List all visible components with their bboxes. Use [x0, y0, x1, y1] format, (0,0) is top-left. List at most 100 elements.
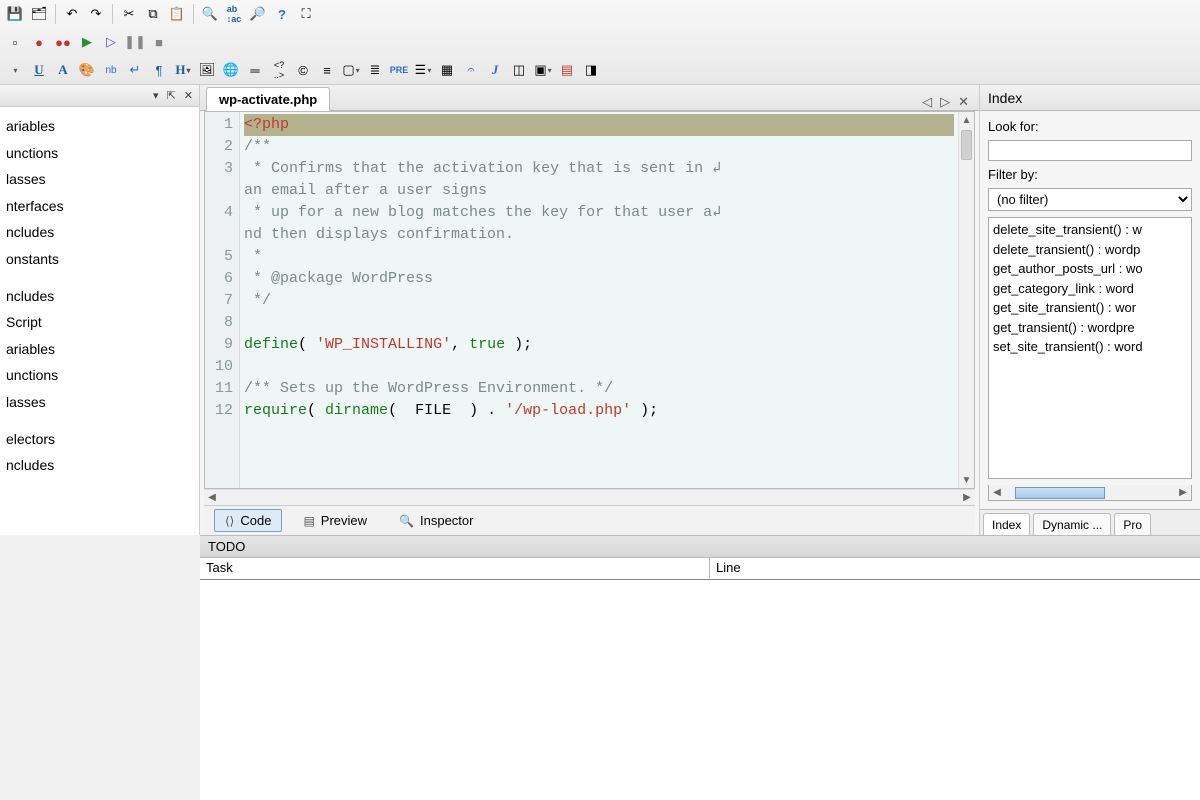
- validate-icon[interactable]: ▤: [556, 59, 578, 81]
- code-line[interactable]: /** Sets up the WordPress Environment. *…: [244, 378, 954, 400]
- underline-icon[interactable]: U: [28, 59, 50, 81]
- function-list-item[interactable]: delete_site_transient() : w: [991, 220, 1189, 240]
- code-line[interactable]: [244, 312, 954, 334]
- save-icon[interactable]: 💾: [4, 3, 26, 25]
- code-line[interactable]: */: [244, 290, 954, 312]
- undo-icon[interactable]: ↶: [61, 3, 83, 25]
- heading-icon[interactable]: H: [172, 59, 194, 81]
- link-icon[interactable]: 🌐: [220, 59, 242, 81]
- toggle-icon[interactable]: ▫: [4, 31, 26, 53]
- tree-item[interactable]: ncludes: [4, 452, 191, 479]
- function-list-item[interactable]: delete_transient() : wordp: [991, 240, 1189, 260]
- code-line[interactable]: an email after a user signs: [244, 180, 954, 202]
- table-icon[interactable]: ▦: [436, 59, 458, 81]
- replace-icon[interactable]: ab↕ac: [223, 3, 245, 25]
- align-icon[interactable]: ≡: [316, 59, 338, 81]
- code-line[interactable]: <?php: [244, 114, 954, 136]
- scroll-thumb[interactable]: [1015, 487, 1105, 499]
- view-tab-preview[interactable]: ▤ Preview: [292, 509, 378, 532]
- code-line[interactable]: /**: [244, 136, 954, 158]
- tree-item[interactable]: ncludes: [4, 283, 191, 310]
- frame-icon[interactable]: ◫: [508, 59, 530, 81]
- tree-item[interactable]: lasses: [4, 166, 191, 193]
- scroll-right-icon[interactable]: ▶: [1175, 487, 1191, 498]
- todo-col-line[interactable]: Line: [710, 558, 1200, 579]
- div-icon[interactable]: ▢: [340, 59, 362, 81]
- hscroll-track[interactable]: [220, 492, 959, 504]
- editor-tab[interactable]: wp-activate.php: [206, 87, 330, 111]
- function-list[interactable]: delete_site_transient() : wdelete_transi…: [988, 217, 1192, 479]
- scroll-left-icon[interactable]: ◀: [989, 487, 1005, 498]
- function-list-item[interactable]: get_category_link : word: [991, 279, 1189, 299]
- tree-item[interactable]: unctions: [4, 140, 191, 167]
- help-icon[interactable]: ?: [271, 3, 293, 25]
- editor[interactable]: 123456789101112 <?php/** * Confirms that…: [204, 111, 975, 489]
- tab-dynamic[interactable]: Dynamic ...: [1033, 513, 1111, 535]
- scroll-right-icon[interactable]: ▶: [959, 492, 975, 503]
- pause-icon[interactable]: ❚❚: [124, 31, 146, 53]
- code-line[interactable]: require( dirname( FILE ) . '/wp-load.php…: [244, 400, 954, 422]
- code-line[interactable]: * up for a new blog matches the key for …: [244, 202, 954, 224]
- font-icon[interactable]: A: [52, 59, 74, 81]
- copy-icon[interactable]: ⧉: [142, 3, 164, 25]
- index-hscrollbar[interactable]: ◀ ▶: [988, 485, 1192, 501]
- find-icon[interactable]: 🔍: [199, 3, 221, 25]
- scroll-thumb[interactable]: [961, 130, 972, 160]
- code-line[interactable]: define( 'WP_INSTALLING', true );: [244, 334, 954, 356]
- paste-icon[interactable]: 📋: [166, 3, 188, 25]
- function-list-item[interactable]: set_site_transient() : word: [991, 337, 1189, 357]
- align2-icon[interactable]: ≣: [364, 59, 386, 81]
- tab-pro[interactable]: Pro: [1114, 513, 1151, 535]
- code-line[interactable]: * @package WordPress: [244, 268, 954, 290]
- br-icon[interactable]: ↵: [124, 59, 146, 81]
- nbsp-icon[interactable]: nb: [100, 59, 122, 81]
- function-list-item[interactable]: get_author_posts_url : wo: [991, 259, 1189, 279]
- color-icon[interactable]: 🎨: [76, 59, 98, 81]
- paragraph-icon[interactable]: ¶: [148, 59, 170, 81]
- panel-menu-icon[interactable]: ▾: [151, 89, 161, 102]
- close-icon[interactable]: ✕: [182, 89, 195, 102]
- tab-close-icon[interactable]: ✕: [954, 94, 973, 110]
- fullscreen-icon[interactable]: ⛶: [295, 3, 317, 25]
- todo-col-task[interactable]: Task: [200, 558, 710, 579]
- cut-icon[interactable]: ✂: [118, 3, 140, 25]
- code-line[interactable]: nd then displays confirmation.: [244, 224, 954, 246]
- copyright-icon[interactable]: ©: [292, 59, 314, 81]
- save-all-icon[interactable]: 🗂: [28, 3, 50, 25]
- redo-icon[interactable]: ↷: [85, 3, 107, 25]
- breakpoints-icon[interactable]: ●●: [52, 31, 74, 53]
- stop-icon[interactable]: ■: [148, 31, 170, 53]
- lookfor-input[interactable]: [988, 140, 1192, 161]
- code-line[interactable]: * Confirms that the activation key that …: [244, 158, 954, 180]
- tree-item[interactable]: ariables: [4, 336, 191, 363]
- tab-next-icon[interactable]: ▷: [936, 94, 954, 110]
- horizontal-scrollbar[interactable]: ◀ ▶: [204, 489, 975, 505]
- tab-prev-icon[interactable]: ◁: [918, 94, 936, 110]
- breakpoint-icon[interactable]: ●: [28, 31, 50, 53]
- tree-item[interactable]: electors: [4, 426, 191, 453]
- hr-icon[interactable]: ═: [244, 59, 266, 81]
- run-icon[interactable]: ▶: [76, 31, 98, 53]
- pin-icon[interactable]: ⇱: [165, 89, 178, 102]
- scroll-down-icon[interactable]: ▼: [959, 472, 974, 488]
- tree-item[interactable]: ncludes: [4, 219, 191, 246]
- object-icon[interactable]: ▣: [532, 59, 554, 81]
- style-dropdown[interactable]: [4, 59, 26, 81]
- tree-item[interactable]: unctions: [4, 362, 191, 389]
- filter-select[interactable]: (no filter): [988, 188, 1192, 211]
- hscroll-track[interactable]: [1005, 487, 1175, 499]
- scroll-up-icon[interactable]: ▲: [959, 112, 974, 128]
- code-area[interactable]: <?php/** * Confirms that the activation …: [240, 112, 958, 488]
- layout-icon[interactable]: ◨: [580, 59, 602, 81]
- tree-item[interactable]: onstants: [4, 246, 191, 273]
- scroll-left-icon[interactable]: ◀: [204, 492, 220, 503]
- tree-item[interactable]: lasses: [4, 389, 191, 416]
- find-in-files-icon[interactable]: 🔎: [247, 3, 269, 25]
- code-line[interactable]: [244, 356, 954, 378]
- tab-index[interactable]: Index: [983, 513, 1030, 535]
- code-line[interactable]: *: [244, 246, 954, 268]
- pre-icon[interactable]: PRE: [388, 59, 410, 81]
- function-list-item[interactable]: get_site_transient() : wor: [991, 298, 1189, 318]
- script-icon[interactable]: J: [484, 59, 506, 81]
- vertical-scrollbar[interactable]: ▲ ▼: [958, 112, 974, 488]
